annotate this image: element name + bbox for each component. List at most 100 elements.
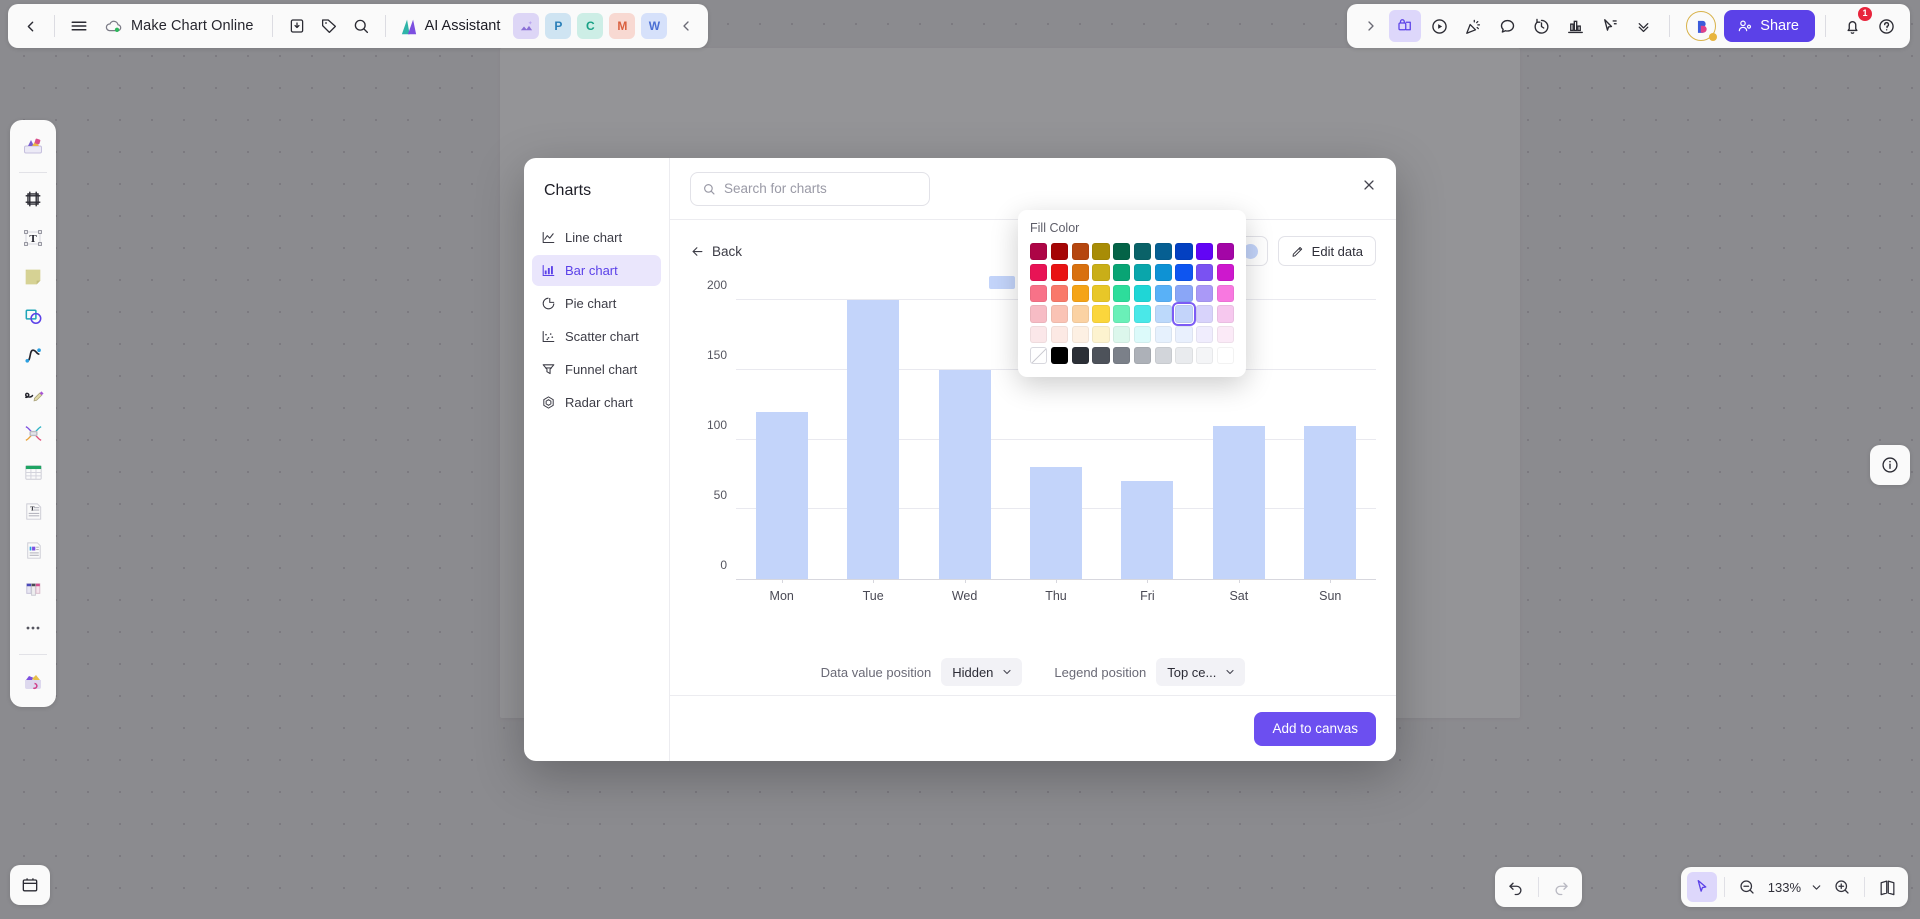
add-to-canvas-button[interactable]: Add to canvas <box>1254 711 1376 746</box>
color-swatch[interactable] <box>1216 326 1234 344</box>
shapes-icon[interactable] <box>15 298 51 334</box>
chart-bar-column[interactable] <box>827 300 918 583</box>
chart-bar-column[interactable] <box>919 300 1010 583</box>
search-input[interactable] <box>724 181 918 196</box>
color-swatch[interactable] <box>1113 263 1131 281</box>
color-swatch[interactable] <box>1030 284 1048 302</box>
color-swatch[interactable] <box>1172 302 1196 326</box>
cursor-select-icon[interactable] <box>1686 872 1717 902</box>
sticky-note-icon[interactable] <box>15 259 51 295</box>
color-swatch[interactable] <box>1092 243 1110 261</box>
sidebar-item-radar-chart[interactable]: Radar chart <box>532 387 661 418</box>
color-swatch[interactable] <box>1196 284 1214 302</box>
zoom-in-icon[interactable] <box>1827 872 1857 902</box>
color-swatch[interactable] <box>1092 326 1110 344</box>
mindmap-node-icon[interactable] <box>15 415 51 451</box>
document-title[interactable]: Make Chart Online <box>127 18 264 34</box>
color-swatch[interactable] <box>1154 326 1172 344</box>
timer-icon[interactable] <box>1525 10 1557 42</box>
color-swatch[interactable] <box>1050 305 1068 323</box>
ai-magic-icon[interactable] <box>15 663 51 699</box>
color-swatch[interactable] <box>1216 346 1234 364</box>
color-swatch[interactable] <box>1030 346 1048 364</box>
color-swatch[interactable] <box>1196 346 1214 364</box>
zoom-out-icon[interactable] <box>1732 872 1762 902</box>
chart-bar[interactable] <box>938 369 991 579</box>
color-swatch[interactable] <box>1216 305 1234 323</box>
chart-bar[interactable] <box>847 300 900 579</box>
chevron-double-down-icon[interactable] <box>1627 10 1659 42</box>
color-swatch[interactable] <box>1092 305 1110 323</box>
tag-icon[interactable] <box>313 10 345 42</box>
templates-icon[interactable] <box>15 128 51 164</box>
color-swatch[interactable] <box>1196 263 1214 281</box>
frame-icon[interactable] <box>15 181 51 217</box>
color-swatch[interactable] <box>1133 326 1151 344</box>
color-swatch[interactable] <box>1216 284 1234 302</box>
color-swatch[interactable] <box>1113 284 1131 302</box>
present-play-icon[interactable] <box>1423 10 1455 42</box>
color-swatch[interactable] <box>1175 326 1193 344</box>
color-swatch[interactable] <box>1050 263 1068 281</box>
text-box-icon[interactable]: T <box>15 220 51 256</box>
beautiful-ai-logo[interactable] <box>1686 11 1718 41</box>
color-swatch[interactable] <box>1196 326 1214 344</box>
data-value-position-select[interactable]: Hidden <box>941 658 1023 686</box>
color-swatch[interactable] <box>1175 263 1193 281</box>
ai-assistant-button[interactable]: AI Assistant <box>394 10 511 42</box>
color-swatch[interactable] <box>1175 243 1193 261</box>
document-icon[interactable] <box>15 532 51 568</box>
pages-view-icon[interactable] <box>1872 872 1902 902</box>
sidebar-item-bar-chart[interactable]: Bar chart <box>532 255 661 286</box>
color-swatch[interactable] <box>1071 326 1089 344</box>
color-swatch[interactable] <box>1071 243 1089 261</box>
zoom-level-label[interactable]: 133% <box>1764 880 1805 895</box>
color-swatch[interactable] <box>1154 263 1172 281</box>
color-swatch[interactable] <box>1133 263 1151 281</box>
mindmap-app-icon[interactable]: M <box>609 13 636 39</box>
color-swatch[interactable] <box>1154 305 1172 323</box>
chart-bar[interactable] <box>755 411 808 579</box>
color-swatch[interactable] <box>1154 243 1172 261</box>
color-swatch[interactable] <box>1092 284 1110 302</box>
color-swatch[interactable] <box>1216 263 1234 281</box>
color-swatch[interactable] <box>1071 284 1089 302</box>
text-block-icon[interactable]: T <box>15 493 51 529</box>
search-box[interactable] <box>690 171 930 206</box>
chart-bar[interactable] <box>1304 425 1357 579</box>
presentation-app-icon[interactable]: P <box>545 13 572 39</box>
color-swatch[interactable] <box>1030 326 1048 344</box>
help-circle-icon[interactable] <box>1870 10 1902 42</box>
hamburger-menu-button[interactable] <box>63 10 95 42</box>
color-swatch[interactable] <box>1030 263 1048 281</box>
share-button[interactable]: Share <box>1724 10 1815 42</box>
color-swatch[interactable] <box>1196 243 1214 261</box>
color-swatch[interactable] <box>1113 243 1131 261</box>
sidebar-item-funnel-chart[interactable]: Funnel chart <box>532 354 661 385</box>
close-icon[interactable] <box>1354 170 1384 200</box>
chart-bar[interactable] <box>1212 425 1265 579</box>
color-swatch[interactable] <box>1050 326 1068 344</box>
back-button[interactable] <box>14 10 46 42</box>
color-swatch[interactable] <box>1133 243 1151 261</box>
color-swatch[interactable] <box>1113 326 1131 344</box>
color-swatch[interactable] <box>1154 284 1172 302</box>
chart-bar[interactable] <box>1121 481 1174 579</box>
color-swatch[interactable] <box>1133 284 1151 302</box>
color-swatch[interactable] <box>1216 243 1234 261</box>
color-swatch[interactable] <box>1071 346 1089 364</box>
color-swatch[interactable] <box>1050 284 1068 302</box>
draw-pen-icon[interactable] <box>15 376 51 412</box>
edit-data-button[interactable]: Edit data <box>1277 236 1376 266</box>
color-swatch[interactable] <box>1133 305 1151 323</box>
celebrate-icon[interactable] <box>1457 10 1489 42</box>
chart-bar-column[interactable] <box>1285 300 1376 583</box>
notification-bell-button[interactable]: 1 <box>1836 7 1872 42</box>
lock-pages-icon[interactable] <box>1389 10 1422 42</box>
undo-icon[interactable] <box>1501 872 1531 902</box>
color-swatch[interactable] <box>1113 305 1131 323</box>
legend-position-select[interactable]: Top ce... <box>1156 658 1246 686</box>
cursor-select-icon[interactable] <box>1593 10 1625 42</box>
color-swatch[interactable] <box>1030 305 1048 323</box>
analytics-icon[interactable] <box>1559 10 1591 42</box>
